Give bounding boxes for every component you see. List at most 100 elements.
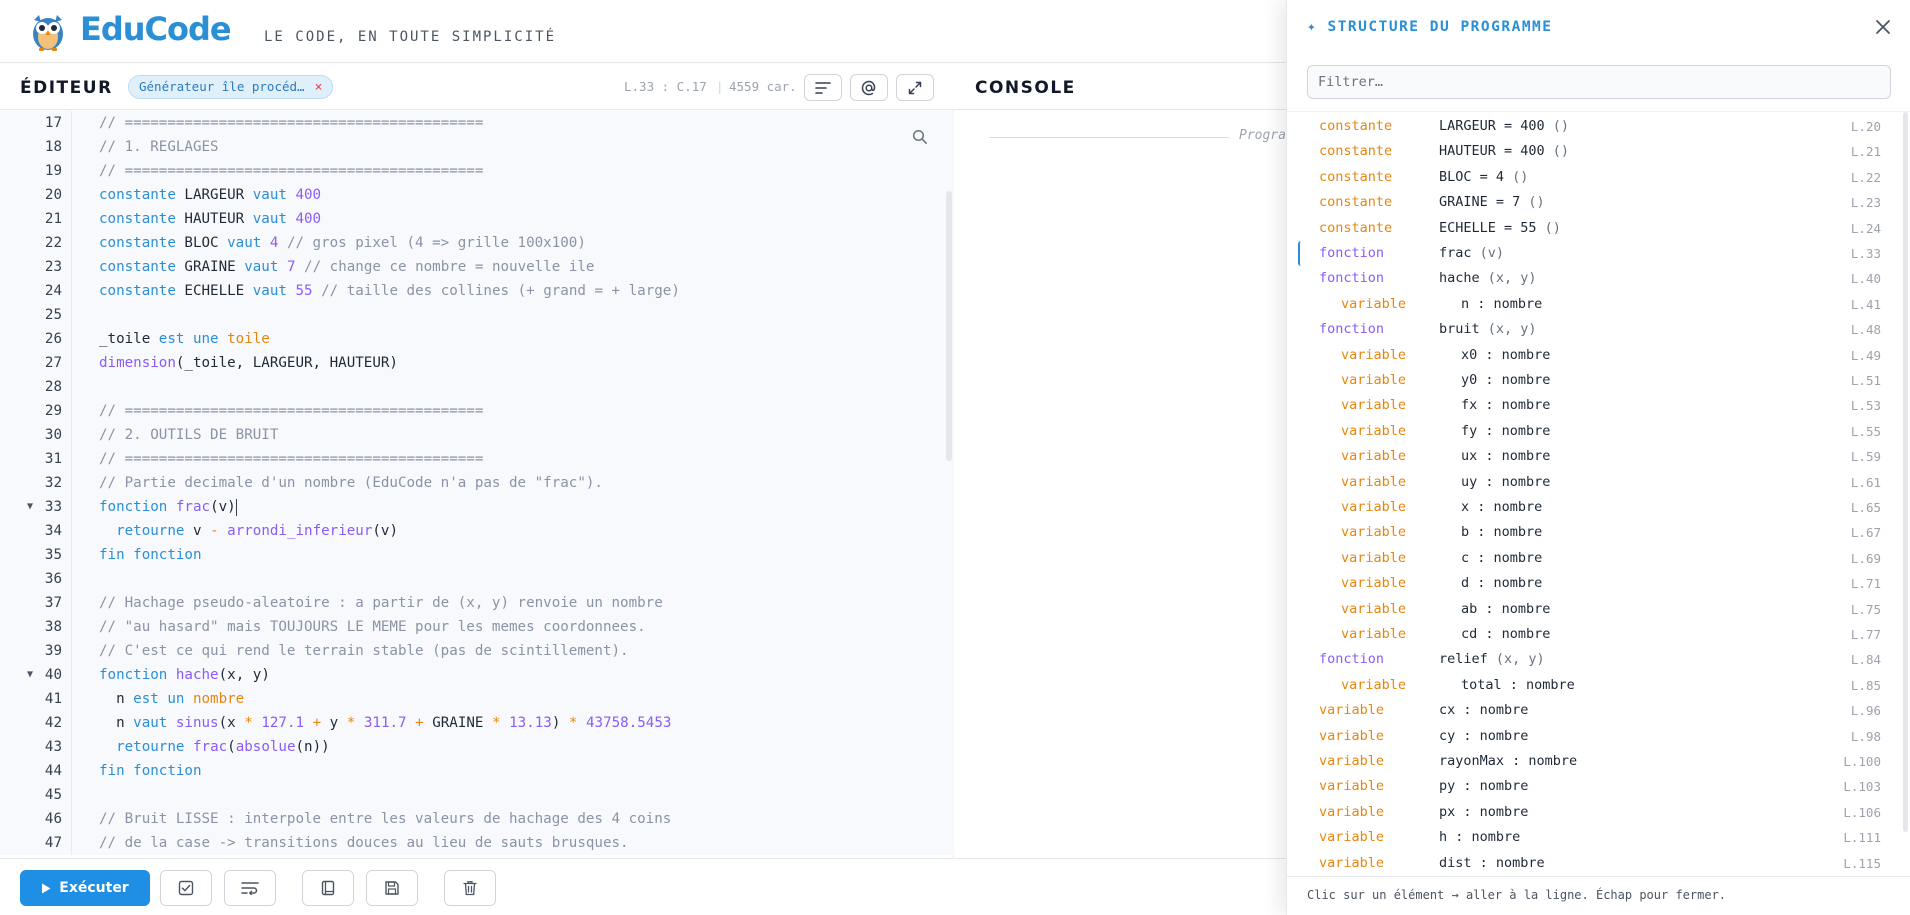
symbol-item[interactable]: variable x0 : nombre L.49: [1287, 343, 1910, 368]
close-icon[interactable]: [1872, 16, 1894, 38]
code-text: // 1. REGLAGES: [99, 135, 219, 159]
code-line[interactable]: 37 // Hachage pseudo-aleatoire : a partir…: [0, 591, 954, 615]
code-line[interactable]: 34 retourne v - arrondi_inferieur(v): [0, 519, 954, 543]
code-line[interactable]: 32 // Partie decimale d'un nombre (EduCod…: [0, 471, 954, 495]
code-editor[interactable]: 17 // ===================================…: [0, 111, 954, 855]
symbol-item[interactable]: variable y0 : nombre L.51: [1287, 368, 1910, 393]
symbol-label: h : nombre: [1439, 829, 1521, 846]
code-line[interactable]: 36: [0, 567, 954, 591]
symbol-item[interactable]: fonction frac (v) L.33: [1287, 241, 1910, 266]
symbol-item[interactable]: constante GRAINE = 7 () L.23: [1287, 190, 1910, 215]
symbol-name: fx : nombre: [1461, 393, 1550, 418]
symbol-args: (): [1536, 219, 1561, 236]
code-line[interactable]: 39 // C'est ce qui rend le terrain stable…: [0, 639, 954, 663]
symbol-item[interactable]: variable cx : nombre L.96: [1287, 698, 1910, 723]
check-button[interactable]: [160, 870, 212, 906]
code-line[interactable]: 42 n vaut sinus(x * 127.1 + y * 311.7 + …: [0, 711, 954, 735]
code-line[interactable]: 28: [0, 375, 954, 399]
symbol-line-ref: L.48: [1850, 322, 1881, 338]
symbol-item[interactable]: variable c : nombre L.69: [1287, 546, 1910, 571]
code-line[interactable]: 41 n est un nombre: [0, 687, 954, 711]
code-line[interactable]: 47 // de la case -> transitions douces au…: [0, 831, 954, 855]
code-text: // Bruit LISSE : interpole entre les val…: [99, 807, 671, 831]
code-line[interactable]: 31 // ===================================…: [0, 447, 954, 471]
symbol-name: py : nombre: [1439, 774, 1528, 799]
code-line[interactable]: 18 // 1. REGLAGES: [0, 135, 954, 159]
file-tab[interactable]: Générateur île procéd… ×: [128, 75, 334, 99]
code-line[interactable]: 23 constante GRAINE vaut 7 // change ce n…: [0, 255, 954, 279]
code-line[interactable]: ▼ 40 fonction hache(x, y): [0, 663, 954, 687]
app-tagline: LE CODE, EN TOUTE SIMPLICITÉ: [264, 29, 557, 45]
code-line[interactable]: 27 dimension(_toile, LARGEUR, HAUTEUR): [0, 351, 954, 375]
symbol-item[interactable]: fonction relief (x, y) L.84: [1287, 647, 1910, 672]
line-number: 19: [44, 163, 62, 179]
code-line[interactable]: 38 // "au hasard" mais TOUJOURS LE MEME p…: [0, 615, 954, 639]
code-line[interactable]: 46 // Bruit LISSE : interpole entre les v…: [0, 807, 954, 831]
symbol-item[interactable]: variable fx : nombre L.53: [1287, 393, 1910, 418]
code-text: retourne frac(absolue(n)): [99, 735, 330, 759]
save-button[interactable]: [366, 870, 418, 906]
code-line[interactable]: 22 constante BLOC vaut 4 // gros pixel (4…: [0, 231, 954, 255]
symbol-item[interactable]: variable total : nombre L.85: [1287, 673, 1910, 698]
code-token: (_toile, LARGEUR, HAUTEUR): [175, 355, 398, 371]
code-text: fonction hache(x, y): [99, 663, 270, 687]
code-line[interactable]: 24 constante ECHELLE vaut 55 // taille de…: [0, 279, 954, 303]
symbol-item[interactable]: variable fy : nombre L.55: [1287, 419, 1910, 444]
symbol-item[interactable]: fonction bruit (x, y) L.48: [1287, 317, 1910, 342]
code-line[interactable]: 35 fin fonction: [0, 543, 954, 567]
symbol-item[interactable]: variable ux : nombre L.59: [1287, 444, 1910, 469]
symbol-item[interactable]: variable d : nombre L.71: [1287, 571, 1910, 596]
code-token: fin fonction: [99, 763, 202, 779]
wrap-button[interactable]: [224, 870, 276, 906]
symbol-item[interactable]: variable rayonMax : nombre L.100: [1287, 749, 1910, 774]
code-line[interactable]: 17 // ===================================…: [0, 111, 954, 135]
code-line[interactable]: 19 // ===================================…: [0, 159, 954, 183]
symbol-name: HAUTEUR = 400 (): [1439, 139, 1569, 164]
docs-button[interactable]: [302, 870, 354, 906]
symbol-item[interactable]: constante ECHELLE = 55 () L.24: [1287, 216, 1910, 241]
format-button[interactable]: [804, 74, 842, 101]
code-line[interactable]: 29 // ===================================…: [0, 399, 954, 423]
run-button[interactable]: Exécuter: [20, 870, 150, 906]
symbol-kind: variable: [1341, 524, 1407, 541]
symbol-item[interactable]: constante LARGEUR = 400 () L.20: [1287, 114, 1910, 139]
fullscreen-button[interactable]: [896, 74, 934, 101]
line-number: 32: [44, 475, 62, 491]
code-line[interactable]: 45: [0, 783, 954, 807]
symbol-item[interactable]: variable x : nombre L.65: [1287, 495, 1910, 520]
filter-input[interactable]: [1307, 65, 1891, 99]
symbol-item[interactable]: variable ab : nombre L.75: [1287, 597, 1910, 622]
symbol-item[interactable]: variable b : nombre L.67: [1287, 520, 1910, 545]
symbol-name: relief (x, y): [1439, 647, 1545, 672]
code-line[interactable]: 43 retourne frac(absolue(n)): [0, 735, 954, 759]
code-token: toile: [227, 331, 270, 347]
close-file-icon[interactable]: ×: [315, 80, 323, 95]
symbol-item[interactable]: variable n : nombre L.41: [1287, 292, 1910, 317]
symbol-item[interactable]: variable py : nombre L.103: [1287, 774, 1910, 799]
symbol-item[interactable]: fonction hache (x, y) L.40: [1287, 266, 1910, 291]
code-line[interactable]: 21 constante HAUTEUR vaut 400: [0, 207, 954, 231]
symbol-item[interactable]: variable dist : nombre L.115: [1287, 851, 1910, 876]
symbol-item[interactable]: variable px : nombre L.106: [1287, 800, 1910, 825]
symbol-kind: variable: [1341, 676, 1407, 693]
symbol-item[interactable]: variable cy : nombre L.98: [1287, 724, 1910, 749]
code-line[interactable]: 25: [0, 303, 954, 327]
symbol-item[interactable]: constante HAUTEUR = 400 () L.21: [1287, 139, 1910, 164]
code-line[interactable]: 44 fin fonction: [0, 759, 954, 783]
symbol-item[interactable]: constante BLOC = 4 () L.22: [1287, 165, 1910, 190]
symbol-item[interactable]: variable h : nombre L.111: [1287, 825, 1910, 850]
code-line[interactable]: 26 _toile est une toile: [0, 327, 954, 351]
symbol-item[interactable]: variable uy : nombre L.61: [1287, 470, 1910, 495]
code-line[interactable]: 30 // 2. OUTILS DE BRUIT: [0, 423, 954, 447]
code-line[interactable]: 20 constante LARGEUR vaut 400: [0, 183, 954, 207]
cursor-position: L.33 : C.17: [624, 79, 707, 94]
drawer-scrollbar[interactable]: [1903, 112, 1908, 832]
delete-button[interactable]: [444, 870, 496, 906]
mention-button[interactable]: [850, 74, 888, 101]
symbol-line-ref: L.51: [1850, 373, 1881, 388]
symbol-item[interactable]: variable cd : nombre L.77: [1287, 622, 1910, 647]
symbol-name: n : nombre: [1461, 292, 1542, 317]
code-line[interactable]: ▼ 33 fonction frac(v): [0, 495, 954, 519]
